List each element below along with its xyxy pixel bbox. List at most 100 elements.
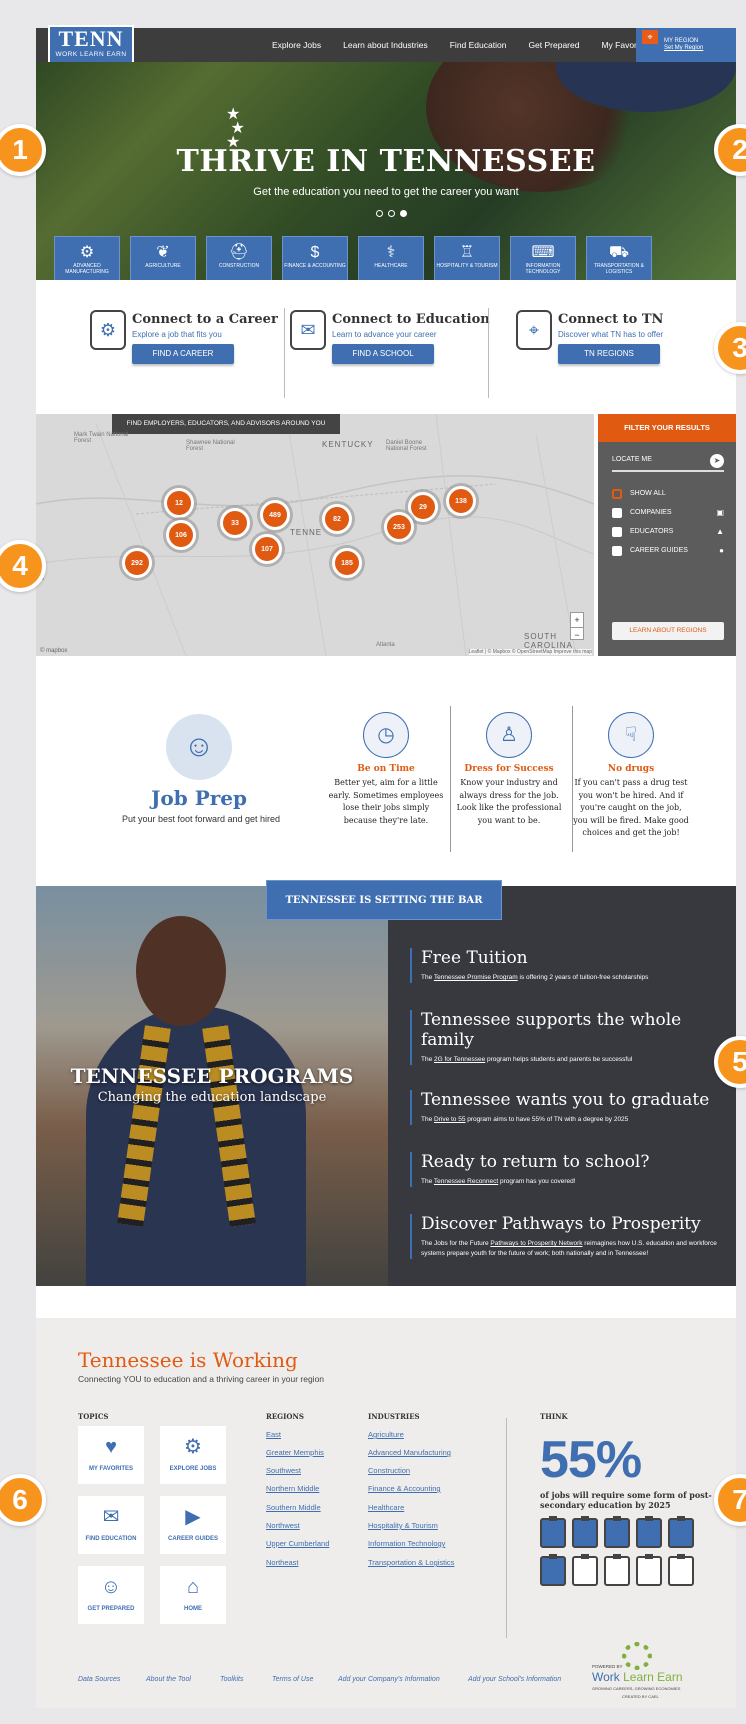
heart-hands-icon: ♥ — [105, 1436, 117, 1458]
map-cluster[interactable]: 185 — [332, 548, 362, 578]
industry-link[interactable]: Construction — [368, 1466, 410, 1475]
program-link[interactable]: Tennessee Reconnect — [434, 1178, 498, 1185]
industry-link[interactable]: Transportation & Logistics — [368, 1558, 454, 1567]
filter-show-all[interactable]: SHOW ALL — [612, 488, 724, 500]
program-link[interactable]: 2G for Tennessee — [434, 1056, 485, 1063]
program-link[interactable]: Tennessee Promise Program — [434, 974, 518, 981]
carousel-dot[interactable] — [388, 210, 395, 217]
connect-section: ⚙ Connect to a Career Explore a job that… — [36, 280, 736, 412]
map-cluster[interactable]: 489 — [260, 500, 290, 530]
topic-find-education[interactable]: ✉ FIND EDUCATION — [78, 1496, 144, 1554]
industry-link[interactable]: Information Technology — [368, 1539, 445, 1548]
checkbox[interactable] — [612, 489, 622, 499]
nav-get-prepared[interactable]: Get Prepared — [528, 40, 579, 50]
filter-career-guides[interactable]: CAREER GUIDES ● — [612, 545, 724, 557]
map-cluster[interactable]: 107 — [252, 534, 282, 564]
region-link[interactable]: Northeast — [266, 1558, 299, 1567]
industry-tile-it[interactable]: ⌨ INFORMATION TECHNOLOGY — [510, 236, 576, 280]
industry-tile-healthcare[interactable]: ⚕ HEALTHCARE — [358, 236, 424, 280]
topic-my-favorites[interactable]: ♥ MY FAVORITES — [78, 1426, 144, 1484]
footer-title: Tennessee is Working — [78, 1348, 298, 1372]
my-region[interactable]: ⌖ MY REGION Set My Region — [636, 28, 736, 62]
region-link[interactable]: Northwest — [266, 1521, 300, 1530]
topic-explore-jobs[interactable]: ⚙ EXPLORE JOBS — [160, 1426, 226, 1484]
filter-label: SHOW ALL — [630, 490, 666, 497]
topic-career-guides[interactable]: ▶ CAREER GUIDES — [160, 1496, 226, 1554]
footer-link-add-school[interactable]: Add your School's Information — [468, 1676, 561, 1683]
cocktail-icon: ♖ — [459, 244, 475, 261]
industry-tile-construction[interactable]: ⛑ CONSTRUCTION — [206, 236, 272, 280]
map-cluster[interactable]: 253 — [384, 512, 414, 542]
checkbox[interactable] — [612, 527, 622, 537]
program-desc: The Tennessee Reconnect program has you … — [421, 1178, 576, 1185]
region-link[interactable]: Southwest — [266, 1466, 301, 1475]
industry-label: AGRICULTURE — [145, 263, 181, 269]
nav-learn-industries[interactable]: Learn about Industries — [343, 40, 428, 50]
region-link[interactable]: Northern Middle — [266, 1484, 319, 1493]
footer-link-toolkits[interactable]: Toolkits — [220, 1676, 243, 1683]
footer-link-data-sources[interactable]: Data Sources — [78, 1676, 120, 1683]
topic-home[interactable]: ⌂ HOME — [160, 1566, 226, 1624]
site-logo[interactable]: TENN WORK LEARN EARN — [48, 25, 134, 67]
carousel-dot[interactable] — [376, 210, 383, 217]
powered-by-logo[interactable]: POWERED BY Work Learn Earn GROWING CAREE… — [592, 1642, 722, 1704]
map-cluster[interactable]: 82 — [322, 504, 352, 534]
region-link[interactable]: Upper Cumberland — [266, 1539, 329, 1548]
map-attribution[interactable]: Leaflet | © Mapbox © OpenStreetMap Impro… — [468, 649, 592, 655]
region-map[interactable]: FIND EMPLOYERS, EDUCATORS, AND ADVISORS … — [36, 414, 594, 656]
industry-tile-finance[interactable]: $ FINANCE & ACCOUNTING — [282, 236, 348, 280]
industry-tile-hospitality[interactable]: ♖ HOSPITALITY & TOURISM — [434, 236, 500, 280]
region-link[interactable]: East — [266, 1430, 281, 1439]
find-career-button[interactable]: FIND A CAREER — [132, 344, 234, 364]
industry-link[interactable]: Hospitality & Tourism — [368, 1521, 438, 1530]
filter-educators[interactable]: EDUCATORS ▲ — [612, 526, 724, 538]
program-item: Tennessee wants you to graduate The Driv… — [410, 1090, 720, 1125]
filter-companies[interactable]: COMPANIES ▣ — [612, 507, 724, 519]
industry-link[interactable]: Finance & Accounting — [368, 1484, 441, 1493]
map-cluster[interactable]: 292 — [122, 548, 152, 578]
checkbox[interactable] — [612, 546, 622, 556]
map-cluster[interactable]: 106 — [166, 520, 196, 550]
locate-me[interactable]: LOCATE ME ➤ — [612, 450, 724, 472]
program-title: Ready to return to school? — [421, 1152, 650, 1172]
topic-label: CAREER GUIDES — [167, 1536, 218, 1542]
industry-tile-manufacturing[interactable]: ⚙ ADVANCED MANUFACTURING — [54, 236, 120, 280]
map-cluster[interactable]: 33 — [220, 508, 250, 538]
program-title: Free Tuition — [421, 948, 528, 968]
program-link[interactable]: Drive to 55 — [434, 1116, 465, 1123]
footer-link-about[interactable]: About the Tool — [146, 1676, 191, 1683]
programs-tag: TENNESSEE IS SETTING THE BAR — [266, 880, 502, 920]
industry-link[interactable]: Healthcare — [368, 1503, 404, 1512]
checkbox[interactable] — [612, 508, 622, 518]
learn-regions-button[interactable]: LEARN ABOUT REGIONS — [612, 622, 724, 640]
industry-tile-transportation[interactable]: ⛟ TRANSPORTATION & LOGISTICS — [586, 236, 652, 280]
map-cluster[interactable]: 12 — [164, 488, 194, 518]
topic-get-prepared[interactable]: ☺ GET PREPARED — [78, 1566, 144, 1624]
gear-logo-icon — [622, 1642, 652, 1670]
nav-find-education[interactable]: Find Education — [450, 40, 507, 50]
region-link[interactable]: Greater Memphis — [266, 1448, 324, 1457]
zoom-controls: + − — [570, 612, 584, 640]
industry-link[interactable]: Agriculture — [368, 1430, 404, 1439]
set-region-link[interactable]: Set My Region — [664, 45, 703, 51]
zoom-out-button[interactable]: − — [571, 627, 583, 642]
nav-explore-jobs[interactable]: Explore Jobs — [272, 40, 321, 50]
footer-link-add-company[interactable]: Add your Company's Information — [338, 1676, 440, 1683]
tn-regions-button[interactable]: TN REGIONS — [558, 344, 660, 364]
industry-label: CONSTRUCTION — [218, 263, 260, 269]
brand-tagline: GROWING CAREERS, GROWING ECONOMIES. — [592, 1686, 682, 1691]
map-cluster[interactable]: 138 — [446, 486, 476, 516]
region-link[interactable]: Southern Middle — [266, 1503, 321, 1512]
industry-tile-agriculture[interactable]: ❦ AGRICULTURE — [130, 236, 196, 280]
footer-link-terms[interactable]: Terms of Use — [272, 1676, 313, 1683]
carousel-dot-active[interactable] — [400, 210, 407, 217]
industry-label: HEALTHCARE — [374, 263, 408, 269]
industry-link[interactable]: Advanced Manufacturing — [368, 1448, 451, 1457]
clipboard-empty-icon — [668, 1554, 694, 1586]
gear-check-icon: ⚙ — [90, 310, 126, 350]
find-school-button[interactable]: FIND A SCHOOL — [332, 344, 434, 364]
program-link[interactable]: Pathways to Prosperity Network — [490, 1240, 582, 1247]
filter-title: FILTER YOUR RESULTS — [598, 414, 736, 442]
zoom-in-button[interactable]: + — [571, 613, 583, 627]
map-cluster[interactable]: 29 — [408, 492, 438, 522]
